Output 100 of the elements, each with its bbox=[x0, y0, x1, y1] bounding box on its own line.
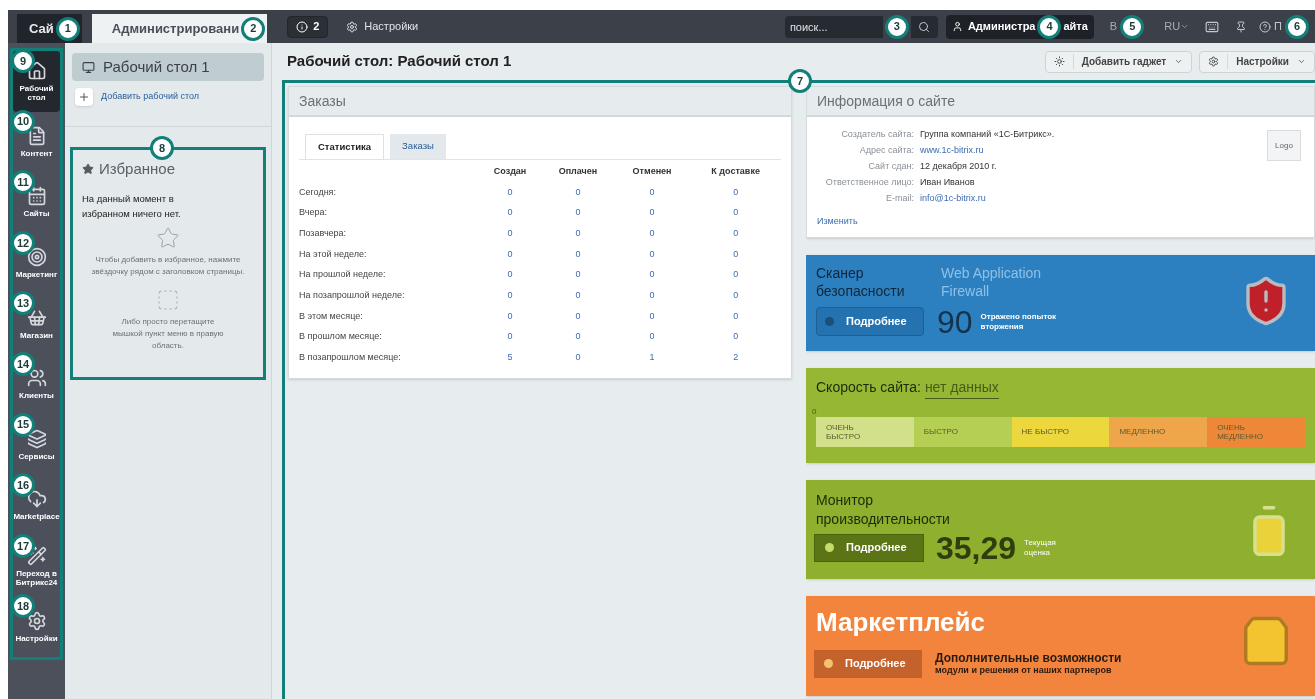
callout-marker: 7 bbox=[788, 69, 812, 93]
column-header: Оплачен bbox=[557, 165, 599, 179]
favorites-title: Избранное bbox=[99, 159, 176, 179]
count-link[interactable]: 0 bbox=[649, 248, 655, 259]
count-link[interactable]: 2 bbox=[733, 352, 739, 363]
empty-message: На данный момент в избранном ничего нет. bbox=[82, 191, 182, 221]
logout-link[interactable]: В bbox=[1109, 18, 1118, 35]
sidebar-item[interactable]: Сайты 11 bbox=[13, 172, 60, 233]
count-link[interactable]: 0 bbox=[649, 227, 655, 238]
widget-tab[interactable]: Заказы bbox=[390, 134, 446, 159]
count-link[interactable]: 0 bbox=[733, 290, 739, 301]
target-icon bbox=[26, 247, 47, 268]
row-label: На этой неделе: bbox=[299, 247, 368, 261]
sidebar-item[interactable]: Клиенты 14 bbox=[13, 353, 60, 415]
keyboard-icon[interactable] bbox=[1205, 19, 1220, 34]
widget-subtitle: Web Application Firewall bbox=[941, 263, 1043, 300]
sidebar-item[interactable]: Магазин 13 bbox=[13, 293, 60, 354]
sidebar-item[interactable]: Маркетинг 12 bbox=[13, 232, 60, 294]
count-link[interactable]: 0 bbox=[649, 207, 655, 218]
toolbar-button[interactable]: Настройки bbox=[1199, 50, 1315, 73]
count-link[interactable]: 0 bbox=[733, 248, 739, 259]
count-link[interactable]: 0 bbox=[733, 269, 739, 280]
count-link[interactable]: 0 bbox=[575, 227, 581, 238]
callout-marker: 5 bbox=[1120, 14, 1145, 39]
user-button[interactable]: Администра 4 айта bbox=[945, 14, 1094, 39]
count-link[interactable]: 0 bbox=[649, 290, 655, 301]
count-link[interactable]: 0 bbox=[507, 248, 513, 259]
details-button[interactable]: Подробнее bbox=[814, 649, 922, 678]
speed-scale-segment: ОЧЕНЬ МЕДЛЕННО bbox=[1207, 416, 1305, 447]
sidebar-item[interactable]: Сервисы 15 bbox=[13, 414, 60, 476]
page-title: Рабочий стол: Рабочий стол 1 bbox=[287, 51, 512, 72]
count-link[interactable]: 0 bbox=[575, 331, 581, 342]
count-link[interactable]: 0 bbox=[575, 248, 581, 259]
scale-start-label: 0 bbox=[812, 406, 818, 416]
callout-marker: 3 bbox=[884, 14, 909, 39]
count-link[interactable]: 0 bbox=[733, 227, 739, 238]
field-label: E-mail: bbox=[885, 192, 915, 206]
callout-marker: 18 bbox=[11, 594, 35, 619]
count-link[interactable]: 0 bbox=[575, 269, 581, 280]
field-link[interactable]: www.1c-bitrix.ru bbox=[920, 144, 984, 158]
top-tab[interactable]: Сай 1 bbox=[17, 14, 82, 43]
drag-target-icon bbox=[156, 287, 180, 312]
field-label: Создатель сайта: bbox=[840, 128, 915, 142]
count-link[interactable]: 0 bbox=[649, 310, 655, 321]
settings-icon bbox=[346, 20, 359, 33]
count-link[interactable]: 0 bbox=[507, 207, 513, 218]
count-link[interactable]: 0 bbox=[733, 186, 739, 197]
count-link[interactable]: 0 bbox=[575, 310, 581, 321]
desktop-tab[interactable]: Рабочий стол 1 bbox=[72, 53, 264, 81]
count-link[interactable]: 0 bbox=[575, 207, 581, 218]
details-button[interactable]: Подробнее bbox=[814, 533, 924, 562]
count-link[interactable]: 0 bbox=[507, 269, 513, 280]
widget-tab[interactable]: Статистика bbox=[305, 134, 385, 159]
count-link[interactable]: 0 bbox=[507, 186, 513, 197]
speed-value-link[interactable]: нет данных bbox=[924, 376, 999, 399]
count-link[interactable]: 0 bbox=[575, 290, 581, 301]
user-name: айта bbox=[1063, 19, 1088, 35]
details-button[interactable]: Подробнее bbox=[816, 307, 924, 336]
help-link[interactable]: П bbox=[1274, 18, 1282, 35]
row-label: На позапрошлой неделе: bbox=[299, 289, 406, 303]
sidebar-item[interactable]: Контент 10 bbox=[13, 111, 60, 173]
callout-marker: 1 bbox=[55, 16, 80, 41]
count-link[interactable]: 0 bbox=[575, 352, 581, 363]
count-link[interactable]: 0 bbox=[649, 331, 655, 342]
count-link[interactable]: 0 bbox=[507, 227, 513, 238]
pin-icon[interactable] bbox=[1235, 20, 1248, 33]
sidebar-item[interactable]: Настройки 18 bbox=[13, 596, 60, 657]
count-link[interactable]: 0 bbox=[649, 186, 655, 197]
top-tab[interactable]: Администрировани 2 bbox=[91, 14, 268, 43]
edit-link[interactable]: Изменить bbox=[817, 215, 1267, 229]
count-link[interactable]: 0 bbox=[649, 269, 655, 280]
field-link[interactable]: info@1c-bitrix.ru bbox=[920, 192, 986, 206]
sidebar-item[interactable]: Marketplace 16 bbox=[13, 475, 60, 536]
gear-icon bbox=[26, 610, 47, 631]
favorites-hint: Чтобы добавить в избранное, нажмите звёздочку рядом с заголовком страницы. bbox=[90, 253, 246, 278]
search-button[interactable] bbox=[910, 15, 938, 38]
search-field[interactable]: поиск... bbox=[784, 15, 883, 38]
count-link[interactable]: 0 bbox=[733, 310, 739, 321]
sidebar-item[interactable]: Рабочий стол 9 bbox=[13, 51, 60, 112]
callout-marker: 9 bbox=[11, 49, 35, 73]
count-link[interactable]: 0 bbox=[507, 310, 513, 321]
count-link[interactable]: 0 bbox=[507, 290, 513, 301]
settings-icon bbox=[1208, 56, 1220, 67]
notifications-button[interactable]: 2 bbox=[287, 15, 329, 38]
count-link[interactable]: 1 bbox=[649, 352, 655, 363]
help-icon[interactable] bbox=[1259, 20, 1272, 33]
toolbar-button[interactable]: Добавить гаджет bbox=[1044, 50, 1193, 73]
count-link[interactable]: 0 bbox=[733, 331, 739, 342]
blocked-count: 90 bbox=[937, 305, 973, 338]
user-icon bbox=[951, 21, 963, 32]
sidebar-item[interactable]: Переход в Битрикс24 17 bbox=[13, 535, 60, 597]
settings-link[interactable]: Настройки bbox=[346, 18, 419, 35]
add-desktop-link[interactable]: Добавить рабочий стол bbox=[101, 90, 200, 104]
count-link[interactable]: 0 bbox=[575, 186, 581, 197]
language-select[interactable]: RU bbox=[1164, 18, 1190, 35]
row-label: Сегодня: bbox=[299, 185, 337, 199]
count-link[interactable]: 0 bbox=[507, 331, 513, 342]
field-label: Сайт сдан: bbox=[867, 160, 915, 174]
count-link[interactable]: 0 bbox=[733, 207, 739, 218]
count-link[interactable]: 5 bbox=[507, 352, 513, 363]
